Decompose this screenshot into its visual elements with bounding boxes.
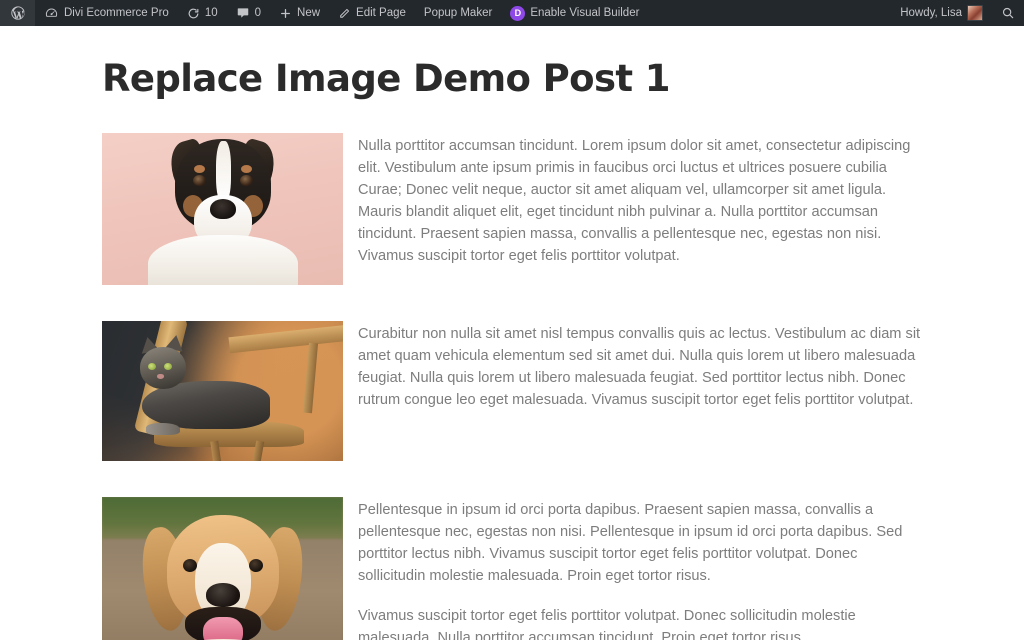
edit-page-menu[interactable]: Edit Page	[329, 0, 415, 26]
content-block: Pellentesque in ipsum id orci porta dapi…	[102, 496, 922, 640]
site-name-label: Divi Ecommerce Pro	[64, 7, 169, 19]
terrier-on-pink-photo[interactable]	[102, 132, 343, 285]
wordpress-logo-menu[interactable]	[0, 0, 35, 26]
edit-page-label: Edit Page	[356, 7, 406, 19]
paragraph: Curabitur non nulla sit amet nisl tempus…	[358, 325, 921, 409]
content-block: Nulla porttitor accumsan tincidunt. Lore…	[102, 132, 922, 285]
updates-menu[interactable]: 10	[178, 0, 227, 26]
admin-bar-left-group: Divi Ecommerce Pro 10 0 New Edit Page Po…	[0, 0, 648, 26]
enable-visual-builder-label: Enable Visual Builder	[530, 7, 640, 19]
updates-icon	[187, 7, 200, 20]
my-account-menu[interactable]: Howdy, Lisa	[891, 0, 992, 26]
enable-visual-builder-button[interactable]: D Enable Visual Builder	[501, 0, 648, 26]
wp-admin-bar: Divi Ecommerce Pro 10 0 New Edit Page Po…	[0, 0, 1024, 26]
content-container: Replace Image Demo Post 1 Nulla porttito…	[102, 26, 922, 640]
avatar	[967, 5, 983, 21]
search-button[interactable]	[992, 0, 1024, 26]
admin-bar-right-group: Howdy, Lisa	[891, 0, 1024, 26]
paragraph: Nulla porttitor accumsan tincidunt. Lore…	[358, 137, 911, 265]
comment-bubble-icon	[236, 6, 250, 20]
comments-menu[interactable]: 0	[227, 0, 270, 26]
updates-count: 10	[204, 7, 218, 19]
paragraph: Pellentesque in ipsum id orci porta dapi…	[358, 501, 903, 585]
popup-maker-label: Popup Maker	[423, 7, 493, 19]
page-title: Replace Image Demo Post 1	[102, 57, 671, 100]
content-block-text: Curabitur non nulla sit amet nisl tempus…	[358, 321, 922, 412]
new-content-label: New	[297, 7, 321, 19]
comments-count: 0	[254, 7, 262, 19]
content-block-text: Pellentesque in ipsum id orci porta dapi…	[358, 497, 922, 640]
new-content-menu[interactable]: New	[270, 0, 329, 26]
plus-icon	[279, 7, 292, 20]
divi-badge-icon: D	[510, 5, 526, 21]
popup-maker-menu[interactable]: Popup Maker	[415, 0, 501, 26]
tabby-cat-on-chair-photo[interactable]	[102, 320, 343, 461]
content-block-text: Nulla porttitor accumsan tincidunt. Lore…	[358, 133, 922, 268]
wordpress-icon	[10, 5, 26, 21]
paragraph: Vivamus suscipit tortor eget felis portt…	[358, 608, 856, 640]
smiling-beagle-photo[interactable]	[102, 496, 343, 640]
search-icon	[1001, 6, 1015, 20]
content-block: Curabitur non nulla sit amet nisl tempus…	[102, 320, 922, 461]
pencil-icon	[338, 7, 351, 20]
site-name-menu[interactable]: Divi Ecommerce Pro	[35, 0, 178, 26]
dashboard-speedometer-icon	[44, 6, 59, 21]
my-account-label: Howdy, Lisa	[900, 7, 962, 19]
page-content: Replace Image Demo Post 1 Nulla porttito…	[0, 26, 1024, 640]
